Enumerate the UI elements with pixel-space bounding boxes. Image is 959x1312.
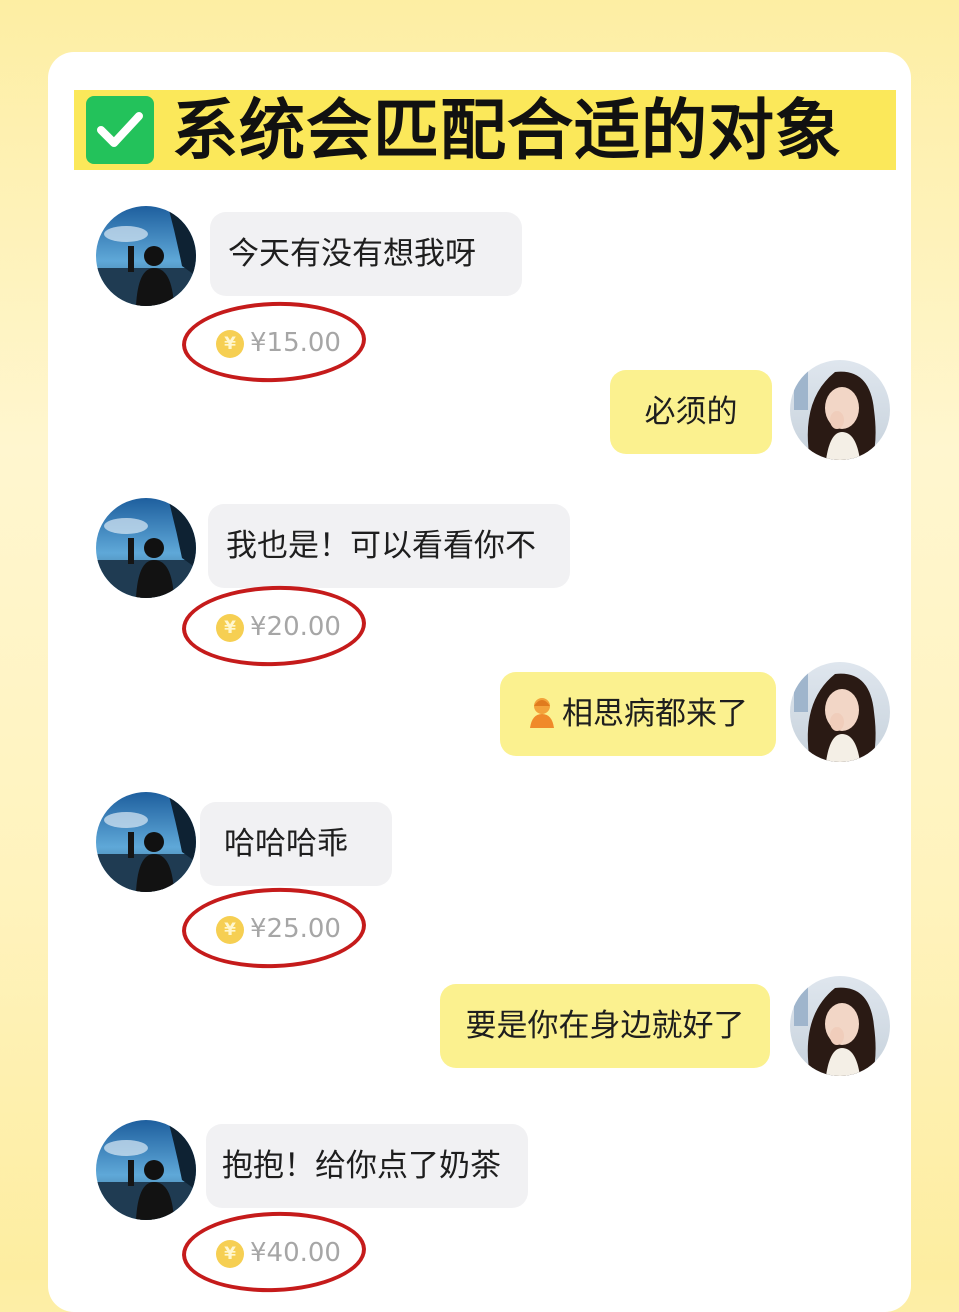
female-avatar[interactable] [790,360,890,460]
message-price-tag: ¥ ¥15.00 [180,298,382,386]
coin-icon: ¥ [216,1240,244,1268]
message-price-tag: ¥ ¥25.00 [180,884,382,972]
message-text: 相思病都来了 [562,696,748,732]
male-avatar[interactable] [96,498,196,598]
person-emoji-icon [528,676,556,760]
female-avatar[interactable] [790,662,890,762]
message-price-tag: ¥ ¥20.00 [180,582,382,670]
outgoing-message-bubble: 相思病都来了 [500,672,776,756]
price-amount: ¥25.00 [250,914,341,944]
page-title: 系统会匹配合适的对象 [172,92,842,169]
male-avatar[interactable] [96,206,196,306]
male-avatar[interactable] [96,1120,196,1220]
message-price-tag: ¥ ¥40.00 [180,1208,382,1296]
green-checkmark-icon [86,96,154,164]
male-avatar[interactable] [96,792,196,892]
outgoing-message-bubble: 必须的 [610,370,772,454]
price-amount: ¥20.00 [250,612,341,642]
outgoing-message-bubble: 要是你在身边就好了 [440,984,770,1068]
incoming-message-bubble: 抱抱！给你点了奶茶 [206,1124,528,1208]
incoming-message-bubble: 我也是！可以看看你不 [208,504,570,588]
coin-icon: ¥ [216,916,244,944]
incoming-message-bubble: 哈哈哈乖 [200,802,392,886]
coin-icon: ¥ [216,614,244,642]
price-amount: ¥40.00 [250,1238,341,1268]
incoming-message-bubble: 今天有没有想我呀 [210,212,522,296]
price-amount: ¥15.00 [250,328,341,358]
female-avatar[interactable] [790,976,890,1076]
coin-icon: ¥ [216,330,244,358]
